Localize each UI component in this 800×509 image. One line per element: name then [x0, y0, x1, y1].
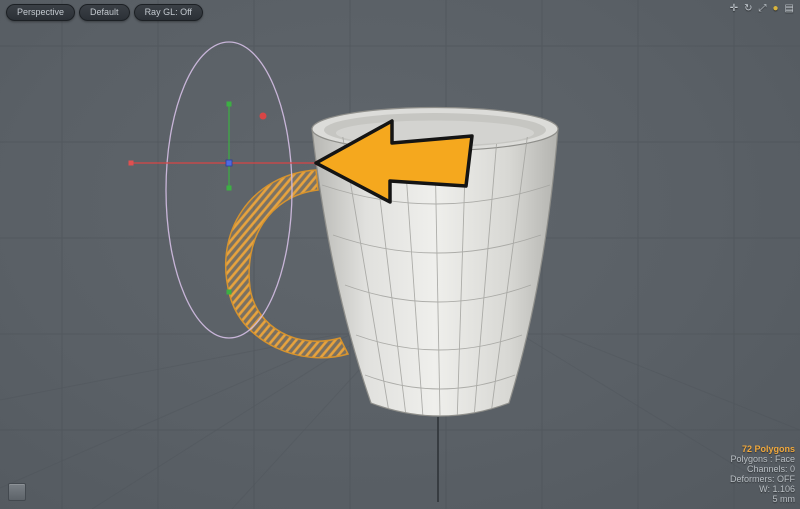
status-line-scale: W: 1.106 [730, 484, 795, 494]
viewport-controls: Perspective Default Ray GL: Off [6, 4, 203, 21]
zoom-icon[interactable]: ⤢ [759, 3, 767, 15]
gizmo-y-handle-bottom[interactable] [227, 290, 232, 295]
status-line-units: 5 mm [730, 494, 795, 504]
workplane-corner-widget[interactable] [8, 483, 26, 501]
scene-canvas[interactable] [0, 0, 800, 509]
status-line-channels: Channels: 0 [730, 464, 795, 474]
status-line-polygons: Polygons : Face [730, 454, 795, 464]
gizmo-z-dot[interactable] [260, 113, 267, 120]
3d-viewport[interactable]: Perspective Default Ray GL: Off ✛ ↻ ⤢ ● … [0, 0, 800, 509]
viewport-status-info: 72 Polygons Polygons : Face Channels: 0 … [730, 444, 795, 504]
orbit-icon[interactable]: ↻ [744, 3, 752, 15]
shading-default-button[interactable]: Default [79, 4, 130, 21]
gizmo-y-handle-mid[interactable] [227, 186, 232, 191]
gl-toggle-icon[interactable]: ● [773, 3, 779, 15]
pan-icon[interactable]: ✛ [730, 3, 738, 15]
status-line-deformers: Deformers: OFF [730, 474, 795, 484]
perspective-button[interactable]: Perspective [6, 4, 75, 21]
raygl-toggle-button[interactable]: Ray GL: Off [134, 4, 203, 21]
gizmo-center-handle[interactable] [226, 160, 232, 166]
viewport-menu-icon[interactable]: ▤ [785, 3, 794, 15]
viewport-nav-icons: ✛ ↻ ⤢ ● ▤ [730, 3, 794, 15]
selection-count: 72 Polygons [730, 444, 795, 454]
gizmo-y-handle-top[interactable] [227, 102, 232, 107]
gizmo-x-handle-left[interactable] [129, 161, 134, 166]
